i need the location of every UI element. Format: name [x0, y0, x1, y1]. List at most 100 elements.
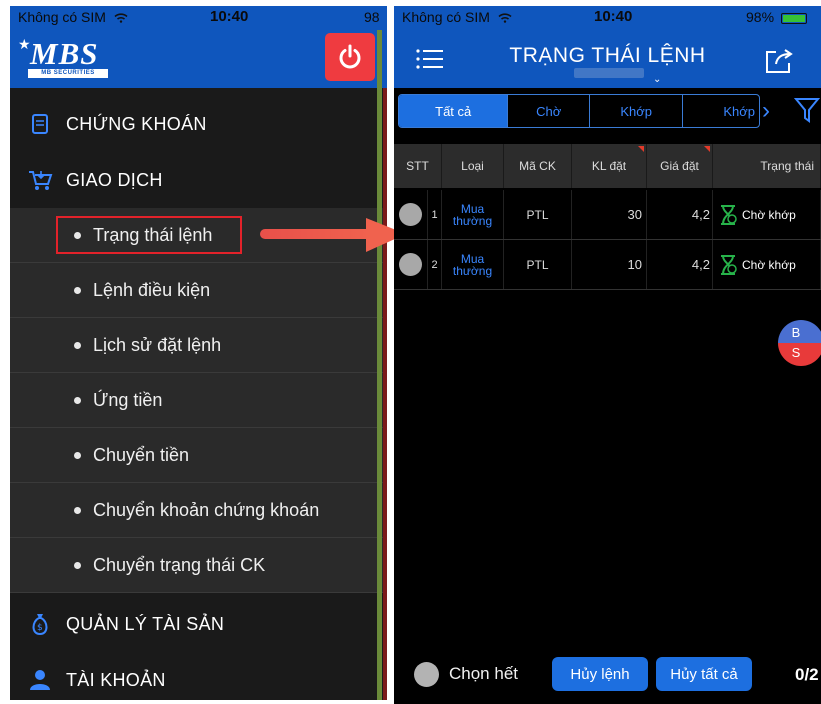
wifi-icon	[114, 13, 128, 24]
pointer-arrow-icon	[260, 218, 406, 252]
tab-cho[interactable]: Chờ	[508, 95, 590, 127]
status-bar: Không có SIM 10:40 98	[10, 6, 387, 28]
tab-khop-partial[interactable]: Khớp	[683, 95, 759, 127]
pending-status-icon	[721, 254, 737, 275]
battery-icon	[780, 12, 807, 24]
submenu-lenh-dieu-kien[interactable]: Lệnh điều kiện	[10, 263, 387, 318]
row-qty: 10	[572, 240, 647, 289]
radio-button[interactable]	[399, 203, 422, 226]
table-row[interactable]: 2 Mua thường PTL 10 4,2 Chờ khớp	[394, 240, 821, 290]
submenu-label: Chuyển tiền	[93, 444, 190, 465]
wifi-icon	[498, 13, 512, 24]
power-icon	[339, 44, 361, 69]
cancel-all-button[interactable]: Hủy tất cả	[656, 657, 752, 691]
clock: 10:40	[210, 8, 249, 25]
col-loai: Loại	[442, 144, 504, 188]
bullet-icon	[74, 341, 81, 349]
select-all-label[interactable]: Chọn hết	[449, 664, 518, 684]
row-type: Mua thường	[442, 240, 504, 289]
menu-item-tai-khoan[interactable]: TÀI KHOẢN	[10, 652, 387, 700]
selected-count: 0/2	[795, 665, 819, 684]
submenu-chuyen-khoan-chung-khoan[interactable]: Chuyển khoản chứng khoán	[10, 483, 387, 538]
page-title: TRẠNG THÁI LỆNH	[509, 44, 706, 67]
money-bag-icon: $	[20, 612, 60, 636]
right-header: Không có SIM 10:40 98% TRẠNG THÁI LỆNH ⌄	[394, 6, 821, 88]
col-kl-dat[interactable]: KL đặt	[572, 144, 647, 188]
col-label: Giá đặt	[660, 159, 699, 173]
status-text: Chờ khớp	[742, 207, 796, 222]
menu-item-giao-dich[interactable]: GIAO DỊCH	[10, 152, 387, 208]
menu-label: TÀI KHOẢN	[66, 669, 166, 690]
scrollbar	[383, 88, 387, 700]
logo-text: MBS	[30, 36, 99, 71]
row-stt: 2	[428, 240, 442, 289]
carrier-label: Không có SIM	[18, 9, 106, 25]
filter-icon[interactable]	[794, 96, 820, 124]
type-line1: Mua	[460, 251, 485, 266]
row-symbol: PTL	[504, 240, 572, 289]
bullet-icon	[74, 396, 81, 404]
type-line2: thường	[452, 213, 493, 228]
type-line1: Mua	[460, 201, 485, 216]
status-text: Chờ khớp	[742, 257, 796, 272]
divider-bar	[377, 30, 382, 700]
pending-status-icon	[721, 204, 737, 225]
row-status: Chờ khớp	[713, 240, 821, 289]
col-ma-ck: Mã CK	[504, 144, 572, 188]
sell-label: S	[778, 343, 821, 366]
col-gia-dat[interactable]: Giá đặt	[647, 144, 713, 188]
bottom-action-bar: Chọn hết Hủy lệnh Hủy tất cả 0/2	[394, 652, 821, 692]
buy-sell-button[interactable]: B S	[778, 320, 821, 366]
submenu-label: Ứng tiền	[93, 389, 163, 410]
star-icon: ★	[18, 36, 31, 52]
row-stt: 1	[428, 190, 442, 239]
menu-item-quan-ly-tai-san[interactable]: $ QUẢN LÝ TÀI SẢN	[10, 596, 387, 652]
row-price: 4,2	[647, 240, 713, 289]
tab-tat-ca[interactable]: Tất cả	[399, 95, 509, 127]
submenu-label: Lệnh điều kiện	[93, 279, 211, 300]
row-type: Mua thường	[442, 190, 504, 239]
clock: 10:40	[594, 8, 633, 25]
svg-text:$: $	[37, 623, 43, 633]
buy-label: B	[778, 320, 821, 343]
col-stt: STT	[394, 144, 442, 188]
menu-label: CHỨNG KHOÁN	[66, 113, 207, 134]
row-select[interactable]	[394, 240, 428, 289]
submenu-chuyen-trang-thai-ck[interactable]: Chuyển trạng thái CK	[10, 538, 387, 593]
radio-button[interactable]	[399, 253, 422, 276]
tab-khop[interactable]: Khớp	[590, 95, 684, 127]
cancel-order-button[interactable]: Hủy lệnh	[552, 657, 648, 691]
power-button[interactable]	[325, 33, 375, 81]
mbs-logo: ★ MBS MB SECURITIES	[14, 36, 112, 80]
logo-subtitle: MB SECURITIES	[28, 69, 108, 78]
battery-indicator: 98%	[746, 9, 807, 25]
status-bar: Không có SIM 10:40 98%	[394, 6, 821, 28]
select-all-radio[interactable]	[414, 662, 439, 687]
row-status: Chờ khớp	[713, 190, 821, 239]
row-symbol: PTL	[504, 190, 572, 239]
submenu-lich-su-dat-lenh[interactable]: Lịch sử đặt lệnh	[10, 318, 387, 373]
col-label: KL đặt	[591, 159, 627, 173]
account-selector[interactable]	[574, 68, 644, 78]
type-line2: thường	[452, 263, 493, 278]
submenu-chuyen-tien[interactable]: Chuyển tiền	[10, 428, 387, 483]
right-phone-screen: Không có SIM 10:40 98% TRẠNG THÁI LỆNH ⌄…	[394, 6, 821, 704]
table-header: STT Loại Mã CK KL đặt Giá đặt Trạng thái	[394, 144, 821, 188]
submenu-ung-tien[interactable]: Ứng tiền	[10, 373, 387, 428]
carrier-label: Không có SIM	[402, 9, 490, 25]
cart-icon	[20, 169, 60, 191]
chevron-right-icon[interactable]: ›	[762, 94, 770, 128]
row-select[interactable]	[394, 190, 428, 239]
chevron-down-icon[interactable]: ⌄	[653, 74, 661, 85]
carrier-text: Không có SIM	[402, 9, 512, 25]
table-row[interactable]: 1 Mua thường PTL 30 4,2 Chờ khớp	[394, 190, 821, 240]
share-icon[interactable]	[764, 48, 794, 74]
document-icon	[20, 113, 60, 135]
bullet-icon	[74, 286, 81, 294]
bullet-icon	[74, 506, 81, 514]
sort-indicator-icon	[704, 146, 710, 152]
row-price: 4,2	[647, 190, 713, 239]
menu-item-chung-khoan[interactable]: CHỨNG KHOÁN	[10, 96, 387, 152]
sort-indicator-icon	[638, 146, 644, 152]
filter-tabs: Tất cả Chờ Khớp Khớp	[398, 94, 760, 128]
